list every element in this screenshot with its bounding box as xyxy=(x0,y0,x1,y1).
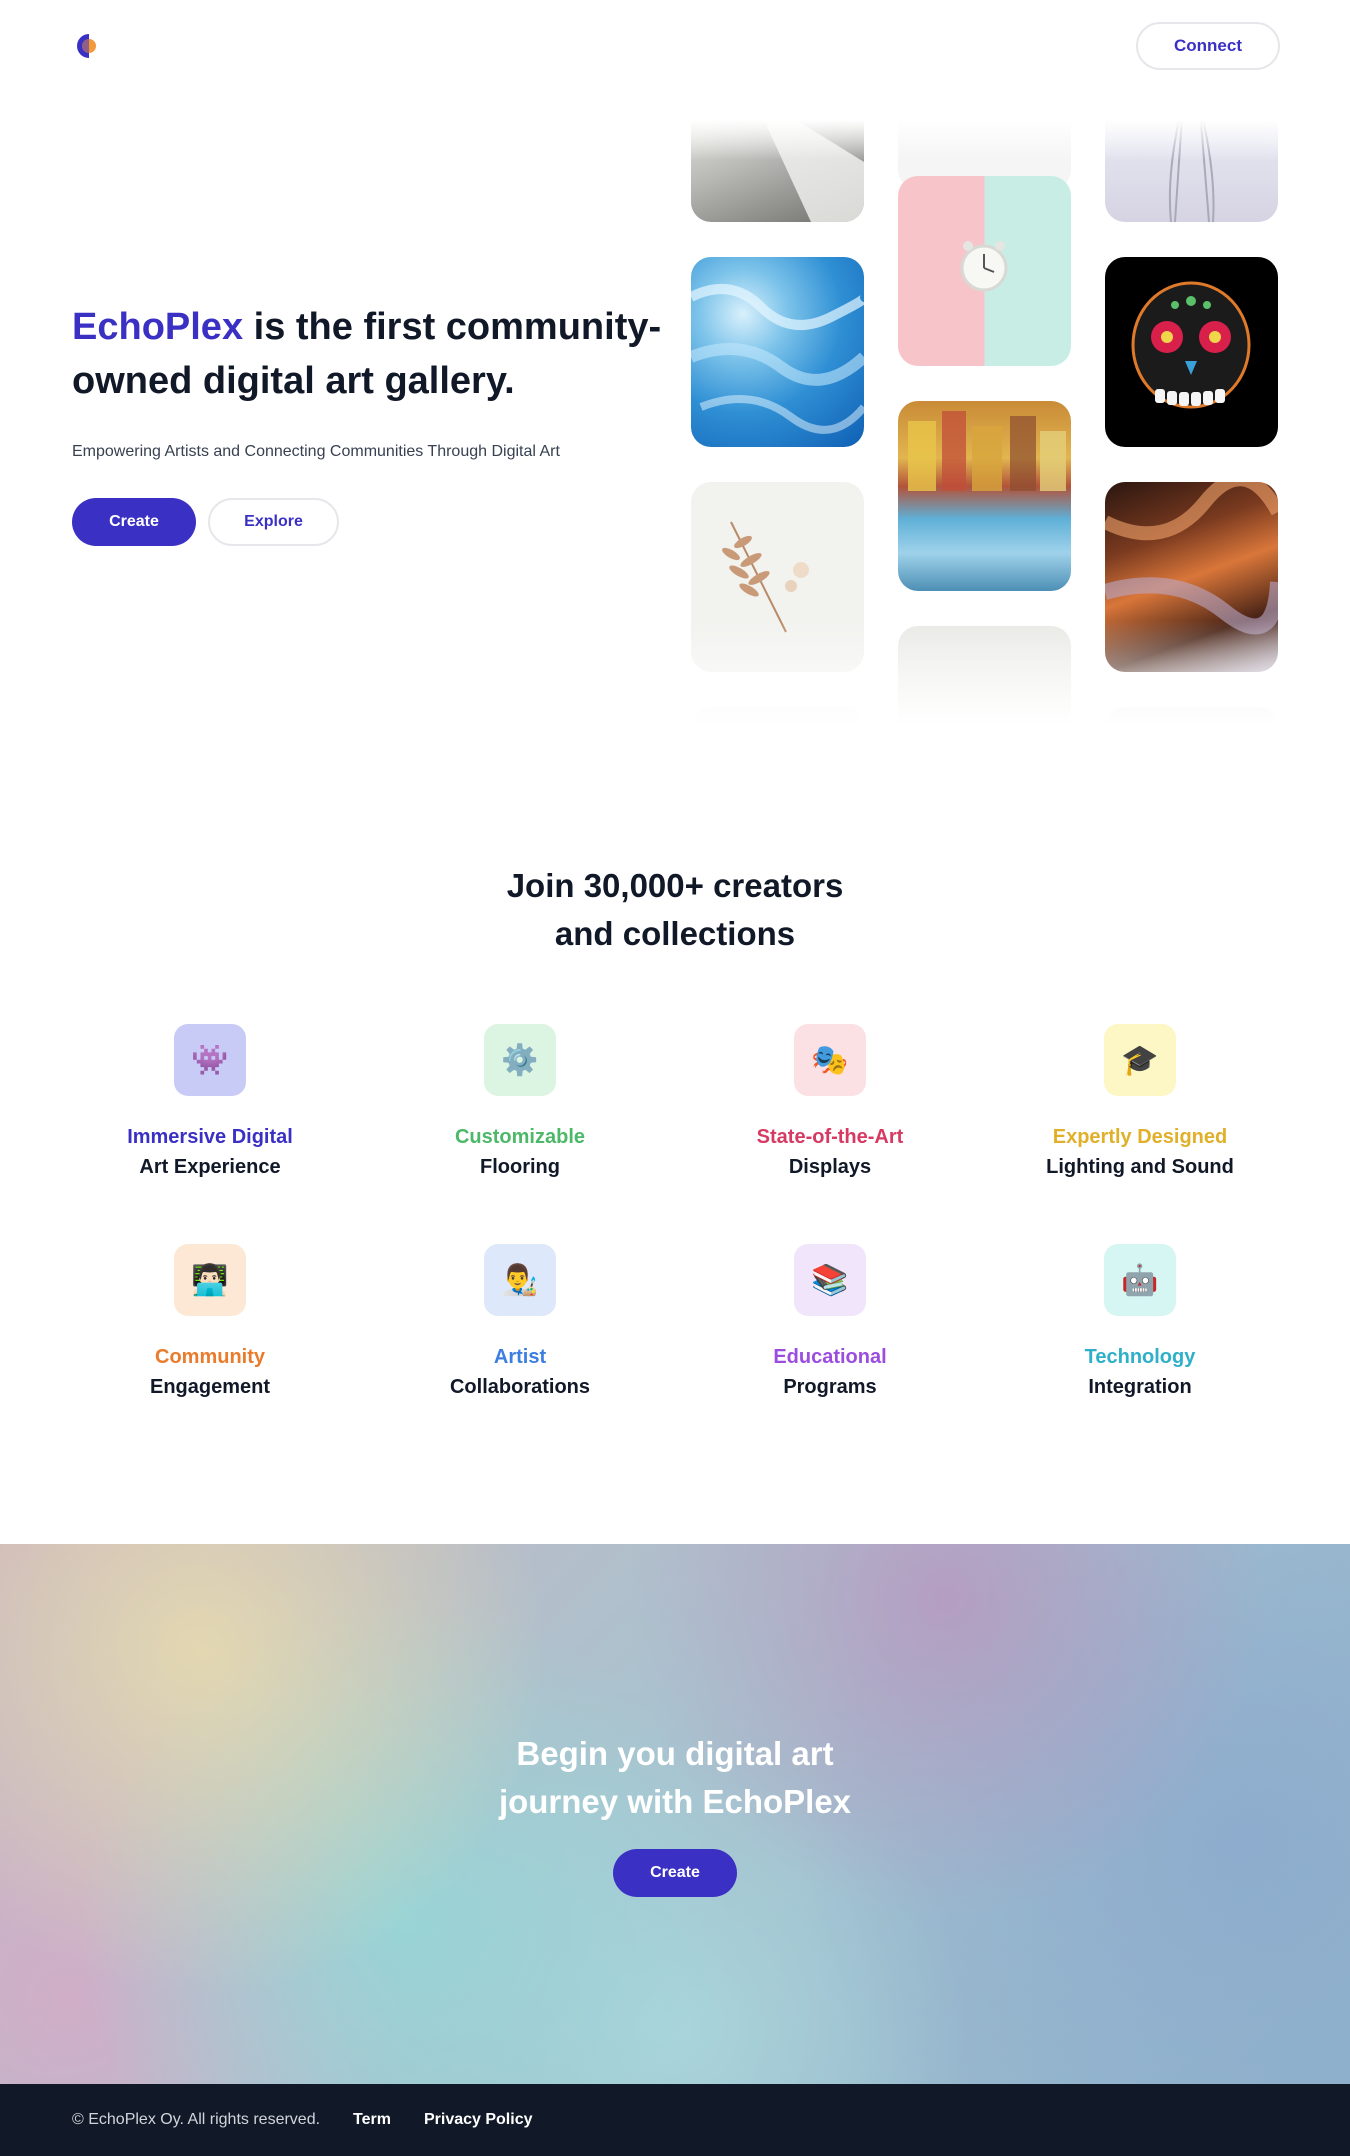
feature-subtitle: Programs xyxy=(783,1376,877,1398)
gear-icon: ⚙️ xyxy=(484,1024,556,1096)
copyright-text: © EchoPlex Oy. All rights reserved. xyxy=(72,2111,321,2128)
feature-title: Expertly Designed xyxy=(1052,1126,1228,1148)
cta-section: Begin you digital art journey with EchoP… xyxy=(0,1544,1350,2084)
term-link[interactable]: Term xyxy=(353,2111,391,2129)
feature-item: 👨🏻‍💻 Community Engagement xyxy=(60,1244,360,1402)
explore-button[interactable]: Explore xyxy=(208,498,339,546)
features-title: Join 30,000+ creators and collections xyxy=(506,867,844,952)
feature-subtitle: Lighting and Sound xyxy=(1046,1156,1234,1178)
feature-subtitle: Engagement xyxy=(149,1376,271,1398)
gallery-fade-top xyxy=(680,120,1300,160)
feature-subtitle: Integration xyxy=(1088,1376,1192,1398)
robot-icon: 🤖 xyxy=(1104,1244,1176,1316)
sugar-skull-image[interactable] xyxy=(1105,257,1278,447)
site-footer: © EchoPlex Oy. All rights reserved. Term… xyxy=(0,2084,1350,2156)
blue-texture-image[interactable] xyxy=(691,257,864,447)
books-icon: 📚 xyxy=(794,1244,866,1316)
graduation-cap-icon: 🎓 xyxy=(1104,1024,1176,1096)
half-circle-logo-icon[interactable] xyxy=(76,33,98,59)
brand-name: EchoPlex xyxy=(72,306,244,348)
feature-title: Immersive Digital xyxy=(127,1126,293,1148)
alarm-clock-image[interactable] xyxy=(898,176,1071,366)
artist-icon: 👨‍🎨 xyxy=(484,1244,556,1316)
feature-title: Artist xyxy=(493,1346,547,1368)
feature-item: 🤖 Technology Integration xyxy=(990,1244,1290,1402)
cta-create-button[interactable]: Create xyxy=(613,1849,737,1897)
feature-subtitle: Displays xyxy=(788,1156,872,1178)
feature-title: Customizable xyxy=(454,1126,586,1148)
feature-item: 🎓 Expertly Designed Lighting and Sound xyxy=(990,1024,1290,1182)
hero-title: EchoPlex is the first community-owned di… xyxy=(72,300,672,408)
site-header: Connect xyxy=(0,0,1350,92)
feature-title: State-of-the-Art xyxy=(756,1126,904,1148)
feature-item: 👾 Immersive Digital Art Experience xyxy=(60,1024,360,1182)
cta-title: Begin you digital art journey with EchoP… xyxy=(498,1735,852,1820)
feature-title: Community xyxy=(155,1346,265,1368)
feature-title: Educational xyxy=(773,1346,887,1368)
feature-subtitle: Collaborations xyxy=(449,1376,590,1398)
colorful-reflection-image[interactable] xyxy=(898,401,1071,591)
feature-item: 📚 Educational Programs xyxy=(680,1244,980,1402)
create-button[interactable]: Create xyxy=(72,498,196,546)
feature-item: 👨‍🎨 Artist Collaborations xyxy=(370,1244,670,1402)
privacy-policy-link[interactable]: Privacy Policy xyxy=(424,2111,533,2129)
feature-subtitle: Flooring xyxy=(480,1156,560,1178)
gallery-fade-bottom xyxy=(680,620,1300,725)
feature-subtitle: Art Experience xyxy=(139,1156,281,1178)
technologist-icon: 👨🏻‍💻 xyxy=(174,1244,246,1316)
connect-button[interactable]: Connect xyxy=(1136,22,1280,70)
hero-subtitle: Empowering Artists and Connecting Commun… xyxy=(72,443,560,460)
feature-item: ⚙️ Customizable Flooring xyxy=(370,1024,670,1182)
alien-monster-icon: 👾 xyxy=(174,1024,246,1096)
feature-title: Technology xyxy=(1084,1346,1196,1368)
theater-masks-icon: 🎭 xyxy=(794,1024,866,1096)
feature-item: 🎭 State-of-the-Art Displays xyxy=(680,1024,980,1182)
